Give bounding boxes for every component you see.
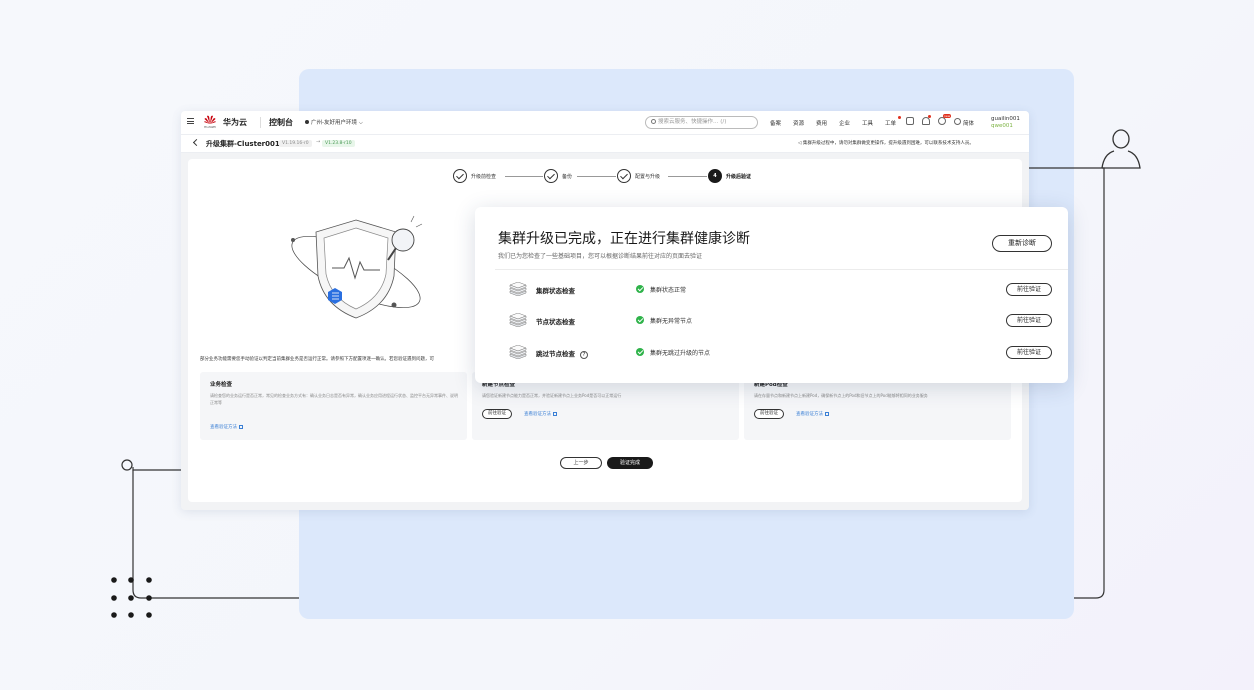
version-arrow: → <box>316 139 321 145</box>
console-title[interactable]: 控制台 <box>269 117 293 128</box>
go-verify-button[interactable]: 前往验证 <box>1006 283 1052 296</box>
row-name: 集群状态检查 <box>536 287 575 295</box>
location-pin-icon <box>305 120 309 124</box>
business-check-title: 业务检查 <box>210 382 233 388</box>
new-badge: new <box>943 114 952 118</box>
row-name: 跳过节点检查? <box>536 348 588 359</box>
nav-link-filing[interactable]: 备案 <box>770 119 781 127</box>
user-icon <box>1101 129 1141 169</box>
page-title: 升级集群-Cluster001 <box>206 140 280 148</box>
go-verify-button[interactable]: 前往验证 <box>1006 314 1052 327</box>
dialog-subtitle: 我们已为您检查了一些基础项目，您可以根据诊断结果前往对应的页面去验证 <box>498 253 703 260</box>
external-link-icon <box>825 412 829 416</box>
nav-link-billing[interactable]: 费用 <box>816 119 827 127</box>
manual-verify-note: 部分业务功能需要您手动验证以判定当前集群业务是否运行正常。请参照下方配置项逐一确… <box>200 357 434 362</box>
dialog-divider <box>495 269 1068 270</box>
server-stack-icon <box>509 313 527 327</box>
huawei-logo[interactable]: HUAWEI <box>204 115 217 129</box>
row-name: 节点状态检查 <box>536 318 575 326</box>
terminal-icon[interactable] <box>906 117 914 125</box>
region-label: 广州-友好用户环境 <box>311 120 357 126</box>
nav-divider <box>260 117 261 128</box>
logo-subtext: HUAWEI <box>204 125 217 129</box>
nav-link-tools[interactable]: 工具 <box>862 119 873 127</box>
back-arrow-icon[interactable] <box>192 138 201 147</box>
ticket-alert-dot <box>898 116 901 119</box>
step-2-check-icon <box>544 169 558 183</box>
region-selector[interactable]: 广州-友好用户环境 ⌵ <box>305 118 363 127</box>
nav-link-enterprise[interactable]: 企业 <box>839 119 850 127</box>
step-4-marker: 4 <box>708 169 722 183</box>
dot-grid-icon <box>111 577 152 618</box>
globe-icon[interactable] <box>954 118 961 125</box>
link-text: 查看验证方法 <box>210 425 237 430</box>
upgrade-notice: ◁ 集群升级过程中，请勿对集群做变更操作，提升级遇到困难，可以联系技术支持人员。 <box>798 140 974 146</box>
language-switch[interactable]: 简体 <box>963 119 974 127</box>
step-1-check-icon <box>453 169 467 183</box>
version-to-tag: V1.23.8-r10 <box>322 140 355 147</box>
link-text: 查看验证方法 <box>796 412 823 417</box>
new-node-check-desc: 请您验证新建节点能力是否正常，并验证新建节点上业务Pod是否可以正常运行 <box>482 393 622 398</box>
brand-name[interactable]: 华为云 <box>223 117 247 128</box>
version-from-tag: V1.19.16-r0 <box>279 140 312 147</box>
shield-diagnosis-illustration <box>291 215 423 319</box>
new-node-method-link[interactable]: 查看验证方法 <box>524 411 557 417</box>
page-header: 升级集群-Cluster001 V1.19.16-r0 → V1.23.8-r1… <box>181 135 1029 153</box>
dialog-title: 集群升级已完成，正在进行集群健康诊断 <box>498 231 750 247</box>
new-pod-method-link[interactable]: 查看验证方法 <box>796 411 829 417</box>
rediagnose-button[interactable]: 重新诊断 <box>992 235 1052 252</box>
success-check-icon <box>636 316 644 324</box>
upgrade-notice-text: 集群升级过程中，请勿对集群做变更操作，提升级遇到困难，可以联系技术支持人员。 <box>802 141 974 146</box>
diagnosis-row-skipped: 跳过节点检查? 集群无跳过升级的节点 前往验证 <box>475 343 1068 363</box>
step-connector <box>505 176 543 177</box>
step-3-label: 配置与升级 <box>635 174 661 180</box>
step-4-label: 升级后验证 <box>726 174 752 180</box>
previous-step-button[interactable]: 上一步 <box>560 457 602 469</box>
connector-node-icon <box>121 459 133 471</box>
search-icon <box>651 119 656 124</box>
step-3-check-icon <box>617 169 631 183</box>
server-stack-icon <box>509 282 527 296</box>
bell-icon[interactable] <box>922 117 930 125</box>
diagnosis-row-node: 节点状态检查 集群无异常节点 前往验证 <box>475 311 1068 331</box>
user-account[interactable]: qwe001 <box>991 123 1013 129</box>
business-check-card: 业务检查 请检查您的业务运行是否正常，常见的检查业务方式有：确认业务日志是否有异… <box>200 372 467 440</box>
go-verify-button[interactable]: 前往验证 <box>1006 346 1052 359</box>
health-diagnosis-dialog: 集群升级已完成，正在进行集群健康诊断 我们已为您检查了一些基础项目，您可以根据诊… <box>475 207 1068 383</box>
bell-alert-dot <box>928 115 931 118</box>
nav-link-tickets[interactable]: 工单 <box>885 119 896 127</box>
nav-link-resources[interactable]: 资源 <box>793 119 804 127</box>
chevron-down-icon: ⌵ <box>358 120 363 126</box>
step-connector <box>668 176 707 177</box>
external-link-icon <box>239 425 243 429</box>
question-icon[interactable]: ? <box>580 351 588 359</box>
top-navigation-bar: HUAWEI 华为云 控制台 广州-友好用户环境 ⌵ 搜索云服务、快捷操作… (… <box>181 111 1029 135</box>
new-pod-check-desc: 请在存量节点和新建节点上新建Pod，确保新节点上的Pod和旧节点上的Pod能够将… <box>754 393 928 398</box>
external-link-icon <box>553 412 557 416</box>
step-1-label: 升级前检查 <box>471 174 497 180</box>
search-placeholder: 搜索云服务、快捷操作… (/) <box>658 119 727 125</box>
upgrade-stepper: 升级前检查 备份 配置与升级 4 升级后验证 <box>188 169 1022 183</box>
link-text: 查看验证方法 <box>524 412 551 417</box>
success-check-icon <box>636 348 644 356</box>
search-input[interactable]: 搜索云服务、快捷操作… (/) <box>645 116 758 129</box>
success-check-icon <box>636 285 644 293</box>
new-pod-verify-button[interactable]: 前往验证 <box>754 409 784 419</box>
diagnosis-row-cluster: 集群状态检查 集群状态正常 前往验证 <box>475 280 1068 300</box>
server-stack-icon <box>509 345 527 359</box>
business-check-method-link[interactable]: 查看验证方法 <box>210 424 243 430</box>
row-status: 集群无跳过升级的节点 <box>650 350 711 357</box>
user-name[interactable]: guailin001 <box>991 116 1020 122</box>
step-connector <box>577 176 616 177</box>
business-check-desc: 请检查您的业务运行是否正常，常见的检查业务方式有：确认业务日志是否有异常，确认业… <box>210 393 458 405</box>
huawei-flower-icon <box>204 115 216 124</box>
new-node-verify-button[interactable]: 前往验证 <box>482 409 512 419</box>
row-status: 集群状态正常 <box>650 287 687 294</box>
verify-complete-button[interactable]: 验证完成 <box>607 457 653 469</box>
menu-icon[interactable] <box>187 118 194 124</box>
row-status: 集群无异常节点 <box>650 318 693 325</box>
row-name-text: 跳过节点检查 <box>536 350 575 358</box>
step-2-label: 备份 <box>562 174 573 180</box>
help-icon[interactable] <box>938 117 946 125</box>
